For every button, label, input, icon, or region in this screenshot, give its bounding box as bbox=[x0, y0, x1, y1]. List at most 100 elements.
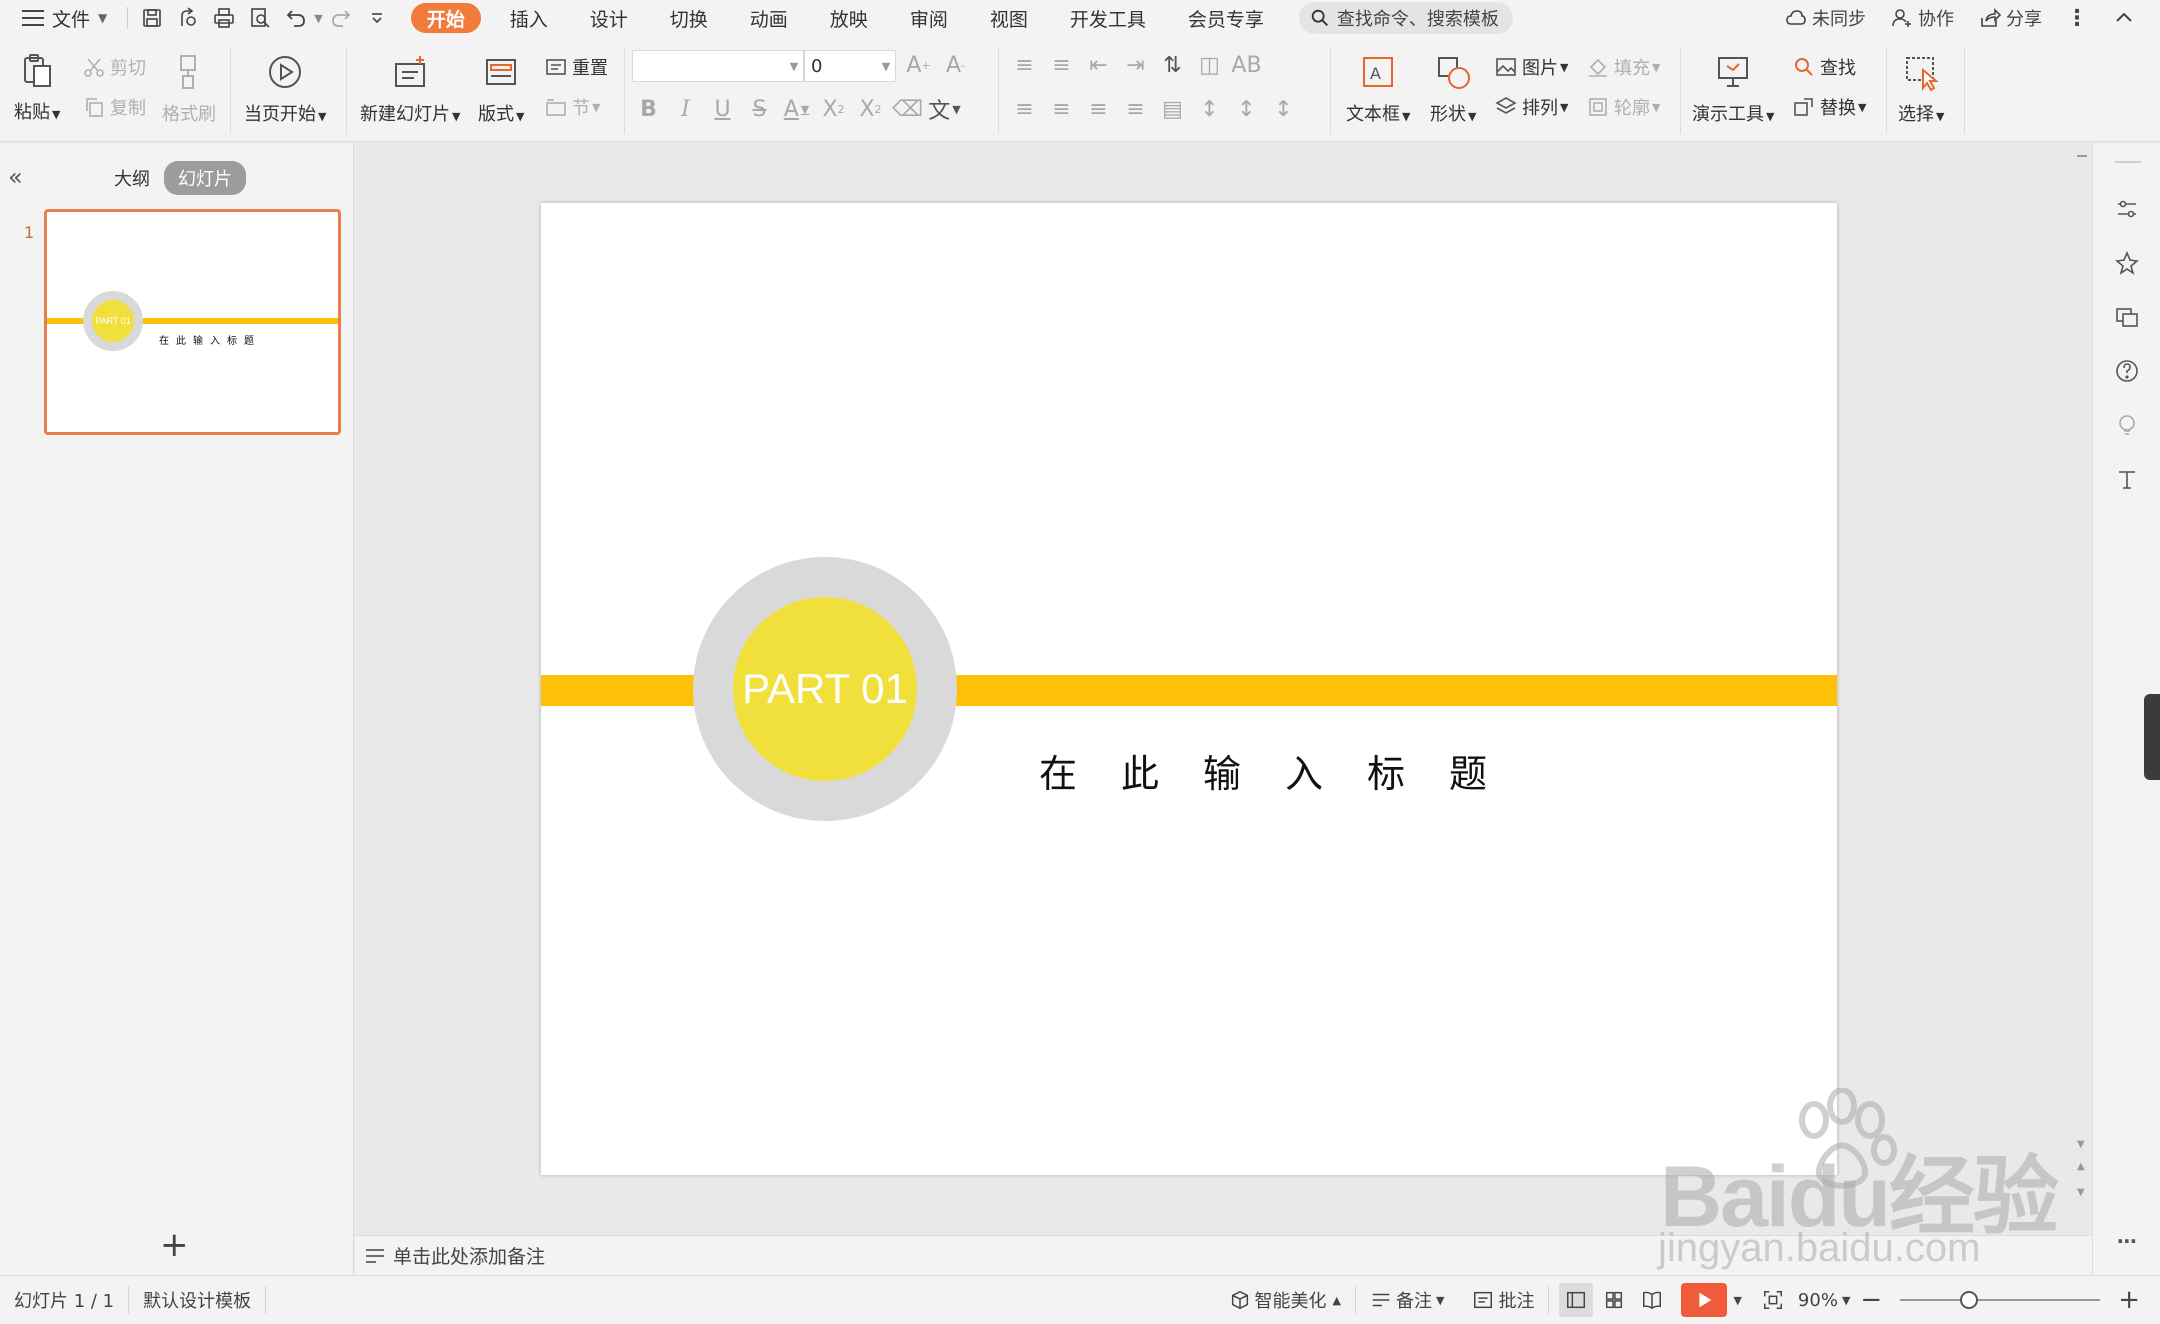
superscript-icon[interactable]: X2 bbox=[815, 94, 852, 124]
tab-slideshow[interactable]: 放映 bbox=[809, 0, 889, 36]
shrink-font-icon[interactable]: A- bbox=[937, 50, 974, 80]
help-icon[interactable] bbox=[2113, 357, 2141, 385]
copy-button[interactable]: 复制 bbox=[82, 94, 146, 120]
tab-view[interactable]: 视图 bbox=[969, 0, 1049, 36]
picture-button[interactable]: 图片 ▼ bbox=[1494, 54, 1568, 80]
zoom-out-icon[interactable]: − bbox=[1854, 1285, 1888, 1315]
add-slide-button[interactable]: + bbox=[160, 1225, 189, 1265]
notes-placeholder[interactable]: 单击此处添加备注 bbox=[393, 1242, 545, 1269]
collapse-ribbon-icon[interactable] bbox=[2100, 6, 2160, 30]
eraser-icon[interactable]: ⌫ bbox=[889, 94, 926, 124]
numbering-icon[interactable]: ≡ bbox=[1043, 50, 1080, 80]
tab-home[interactable]: 开始 bbox=[410, 3, 481, 33]
export-pdf-icon[interactable] bbox=[170, 0, 206, 36]
paste-button[interactable]: 粘贴 ▼ bbox=[14, 48, 60, 124]
notes-bar[interactable]: 单击此处添加备注 bbox=[355, 1235, 2092, 1275]
animation-pin-icon[interactable] bbox=[2113, 249, 2141, 277]
tab-outline[interactable]: 大纲 bbox=[100, 161, 164, 195]
new-slide-button[interactable]: 新建幻灯片 ▼ bbox=[360, 50, 460, 126]
play-options-icon[interactable]: ▼ bbox=[1733, 1294, 1741, 1307]
idea-icon[interactable] bbox=[2113, 411, 2141, 439]
line-spacing-icon[interactable]: ↕ bbox=[1191, 94, 1228, 124]
align-text-icon[interactable]: ◫ bbox=[1191, 50, 1228, 80]
fill-button[interactable]: 填充 ▼ bbox=[1586, 54, 1660, 80]
increase-indent-icon[interactable]: ⇥ bbox=[1117, 50, 1154, 80]
save-icon[interactable] bbox=[134, 0, 170, 36]
template-name[interactable]: 默认设计模板 bbox=[129, 1287, 265, 1313]
zoom-in-icon[interactable]: + bbox=[2112, 1285, 2160, 1315]
reading-view-button[interactable] bbox=[1635, 1283, 1669, 1317]
zoom-slider-knob[interactable] bbox=[1960, 1291, 1979, 1309]
comments-toggle[interactable]: 批注 bbox=[1458, 1287, 1548, 1313]
prev-slide-icon[interactable]: ▲ bbox=[2077, 1161, 2085, 1172]
sync-status[interactable]: 未同步 bbox=[1772, 5, 1878, 31]
more-icon[interactable]: ⋯ bbox=[2113, 1227, 2141, 1255]
normal-view-button[interactable] bbox=[1559, 1283, 1594, 1317]
text-direction-icon[interactable]: ⇅ bbox=[1154, 50, 1191, 80]
phonetic-guide-icon[interactable]: 文 ▼ bbox=[926, 94, 963, 124]
grow-font-icon[interactable]: A + bbox=[900, 50, 937, 80]
tab-insert[interactable]: 插入 bbox=[489, 0, 569, 36]
zoom-level[interactable]: 90% ▼ bbox=[1794, 1290, 1854, 1311]
scroll-down-icon[interactable]: ▼ bbox=[2077, 1139, 2085, 1150]
replace-button[interactable]: 替换 ▼ bbox=[1792, 94, 1866, 120]
scroll-top-icon[interactable] bbox=[2077, 155, 2087, 157]
find-button[interactable]: 查找 bbox=[1792, 54, 1856, 80]
spacing-options-icon[interactable]: ↕ bbox=[1265, 94, 1302, 124]
more-vertical-icon[interactable]: ⋮ bbox=[2054, 6, 2100, 31]
undo-icon[interactable] bbox=[278, 0, 314, 36]
share-button[interactable]: 分享 bbox=[1966, 5, 2054, 31]
undo-dropdown-icon[interactable]: ▼ bbox=[314, 12, 322, 25]
font-size-combo[interactable]: 0 ▼ bbox=[804, 50, 896, 82]
tab-member[interactable]: 会员专享 bbox=[1167, 0, 1285, 36]
text-box-button[interactable]: A 文本框 ▼ bbox=[1346, 50, 1410, 126]
format-painter-button[interactable]: 格式刷 bbox=[162, 50, 216, 126]
tab-transitions[interactable]: 切换 bbox=[649, 0, 729, 36]
side-panel-handle[interactable] bbox=[2144, 694, 2160, 780]
reset-button[interactable]: 重置 bbox=[544, 54, 608, 80]
align-right-icon[interactable]: ≡ bbox=[1080, 94, 1117, 124]
collapse-panel-icon[interactable]: « bbox=[8, 163, 23, 191]
beautify-button[interactable]: 智能美化 ▲ bbox=[1215, 1287, 1355, 1313]
slide-switch-icon[interactable] bbox=[2113, 303, 2141, 331]
bold-icon[interactable]: B bbox=[630, 94, 667, 124]
subscript-icon[interactable]: X2 bbox=[852, 94, 889, 124]
next-slide-icon[interactable]: ▼ bbox=[2077, 1187, 2085, 1198]
print-preview-icon[interactable] bbox=[242, 0, 278, 36]
print-icon[interactable] bbox=[206, 0, 242, 36]
justify-icon[interactable]: ≡ bbox=[1117, 94, 1154, 124]
redo-icon[interactable] bbox=[323, 0, 359, 36]
tab-slides[interactable]: 幻灯片 bbox=[164, 161, 246, 195]
tab-design[interactable]: 设计 bbox=[569, 0, 649, 36]
customize-icon[interactable] bbox=[359, 0, 395, 36]
bullets-icon[interactable]: ≡ bbox=[1006, 50, 1043, 80]
font-color-icon[interactable]: A ▼ bbox=[778, 94, 815, 124]
sorter-view-button[interactable] bbox=[1597, 1283, 1631, 1317]
from-current-button[interactable]: 当页开始 ▼ bbox=[244, 50, 326, 126]
paragraph-spacing-icon[interactable]: ↕ bbox=[1228, 94, 1265, 124]
zoom-slider[interactable] bbox=[1900, 1290, 2101, 1310]
collab-button[interactable]: 协作 bbox=[1878, 5, 1966, 31]
slide[interactable]: PART 01 在此输入标题 bbox=[541, 203, 1837, 1175]
arrange-button[interactable]: 排列 ▼ bbox=[1494, 94, 1568, 120]
text-icon[interactable] bbox=[2113, 465, 2141, 493]
vertical-scrollbar[interactable]: ▼ ▲ ▼ bbox=[2073, 143, 2091, 1235]
file-menu[interactable]: 文件 ▼ bbox=[0, 0, 121, 36]
strikethrough-icon[interactable]: S bbox=[741, 94, 778, 124]
badge-circle[interactable]: PART 01 bbox=[733, 597, 917, 781]
present-tools-button[interactable]: 演示工具 ▼ bbox=[1692, 50, 1774, 126]
cut-button[interactable]: 剪切 bbox=[82, 54, 146, 80]
slide-thumbnail[interactable]: PART 01 在此输入标题 bbox=[44, 209, 341, 435]
shape-button[interactable]: 形状 ▼ bbox=[1430, 50, 1476, 126]
outline-button[interactable]: 轮廓 ▼ bbox=[1586, 94, 1660, 120]
command-search-box[interactable]: 查找命令、搜索模板 bbox=[1298, 2, 1513, 34]
decrease-indent-icon[interactable]: ⇤ bbox=[1080, 50, 1117, 80]
tab-review[interactable]: 审阅 bbox=[889, 0, 969, 36]
select-button[interactable]: 选择 ▼ bbox=[1898, 50, 1944, 126]
properties-icon[interactable] bbox=[2113, 195, 2141, 223]
align-center-icon[interactable]: ≡ bbox=[1043, 94, 1080, 124]
layout-button[interactable]: 版式 ▼ bbox=[478, 50, 524, 126]
italic-icon[interactable]: I bbox=[667, 94, 704, 124]
align-left-icon[interactable]: ≡ bbox=[1006, 94, 1043, 124]
slide-title[interactable]: 在此输入标题 bbox=[1039, 743, 1531, 798]
